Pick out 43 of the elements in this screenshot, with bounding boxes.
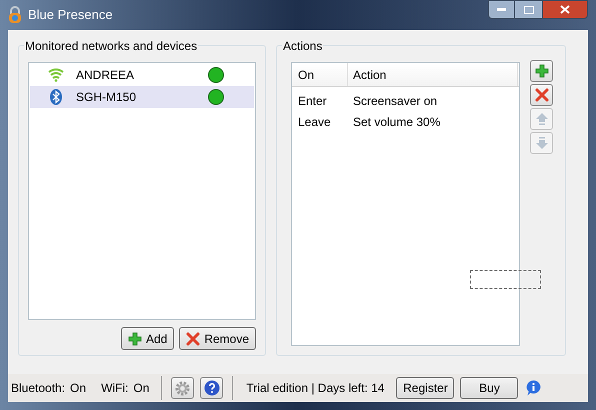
minimize-button[interactable] <box>488 0 515 19</box>
plus-icon <box>128 332 142 346</box>
column-header[interactable]: Action <box>348 63 518 86</box>
info-icon <box>526 380 542 396</box>
device-name: SGH-M150 <box>76 89 136 106</box>
dashed-selection-rectangle <box>470 270 541 289</box>
table-cell-text: Leave <box>297 114 332 130</box>
help-icon <box>204 380 220 396</box>
down-arrow-icon <box>534 136 548 150</box>
table-cell-text: Enter <box>297 92 328 110</box>
remove-button[interactable]: Remove <box>179 327 256 350</box>
add-tool-button[interactable] <box>530 60 553 82</box>
device-row[interactable]: SGH-M150 <box>30 86 254 108</box>
padlock-icon <box>8 6 22 24</box>
table-cell-text: Set volume 30% <box>352 114 442 130</box>
table-cell-text: Screensaver on <box>352 92 438 110</box>
bluetooth-label: Bluetooth: <box>11 380 66 397</box>
bluetooth-icon <box>50 89 62 105</box>
trial-status-text: Trial edition | Days left: 14 <box>246 380 384 397</box>
column-header[interactable]: On <box>292 63 348 86</box>
wifi-status: On <box>133 380 150 397</box>
gear-icon <box>175 380 190 396</box>
add-button[interactable]: Add <box>120 327 174 350</box>
bluetooth-status: On <box>70 380 86 397</box>
device-row[interactable]: ANDREEA <box>30 64 254 86</box>
close-button[interactable] <box>542 0 588 19</box>
device-name: ANDREEA <box>76 67 134 84</box>
cross-icon <box>534 88 548 102</box>
window-title: Blue Presence <box>28 6 113 24</box>
status-bar-button[interactable]: Register <box>396 377 454 399</box>
minimize-icon <box>497 8 506 11</box>
wifi-label: WiFi: <box>101 380 128 397</box>
status-bar-button[interactable]: Buy <box>460 377 518 399</box>
settings-button[interactable] <box>171 377 194 399</box>
up-arrow-icon <box>534 112 548 126</box>
maximize-icon <box>524 6 534 14</box>
help-button[interactable] <box>200 377 224 399</box>
plus-icon <box>534 64 548 78</box>
close-icon <box>560 5 570 14</box>
maximize-button[interactable] <box>515 0 542 19</box>
remove-tool-button[interactable] <box>530 84 553 106</box>
wifi-icon <box>48 68 64 82</box>
cross-icon <box>186 332 200 346</box>
